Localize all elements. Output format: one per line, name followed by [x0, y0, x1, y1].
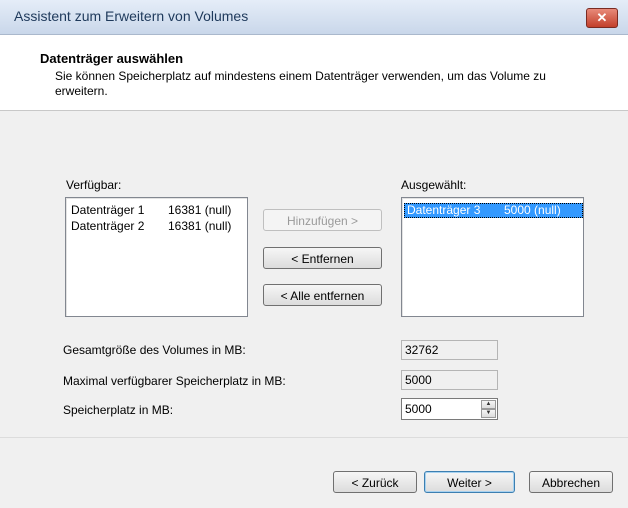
disk-name: Datenträger 3	[407, 203, 481, 217]
disk-name: Datenträger 1	[71, 203, 145, 217]
total-size-label: Gesamtgröße des Volumes in MB:	[63, 343, 246, 357]
title-bar: Assistent zum Erweitern von Volumes ✕	[0, 0, 628, 35]
disk-size: 5000 (null)	[504, 203, 561, 217]
max-space-label: Maximal verfügbarer Speicherplatz in MB:	[63, 374, 286, 388]
wizard-content: Verfügbar: Datenträger 1 16381 (null) Da…	[0, 111, 628, 437]
selected-item[interactable]: Datenträger 3 5000 (null)	[404, 203, 583, 218]
selected-listbox[interactable]: Datenträger 3 5000 (null)	[401, 197, 584, 317]
total-size-field: 32762	[401, 340, 498, 360]
space-spinbox[interactable]: 5000 ▲ ▼	[401, 398, 498, 420]
remove-button[interactable]: < Entfernen	[263, 247, 382, 269]
selected-label: Ausgewählt:	[401, 178, 467, 192]
remove-all-button[interactable]: < Alle entfernen	[263, 284, 382, 306]
back-button[interactable]: < Zurück	[333, 471, 417, 493]
available-item[interactable]: Datenträger 2 16381 (null)	[68, 219, 247, 234]
available-label: Verfügbar:	[66, 178, 122, 192]
wizard-header: Datenträger auswählen Sie können Speiche…	[0, 35, 628, 111]
space-value: 5000	[405, 402, 432, 416]
page-subtitle: Sie können Speicherplatz auf mindestens …	[55, 69, 546, 98]
cancel-button[interactable]: Abbrechen	[529, 471, 613, 493]
close-button[interactable]: ✕	[586, 8, 618, 28]
spin-down-icon[interactable]: ▼	[481, 409, 496, 418]
wizard-footer: < Zurück Weiter > Abbrechen	[0, 437, 628, 508]
disk-name: Datenträger 2	[71, 219, 145, 233]
disk-size: 16381 (null)	[168, 219, 232, 233]
disk-size: 16381 (null)	[168, 203, 232, 217]
space-label: Speicherplatz in MB:	[63, 403, 174, 417]
available-listbox[interactable]: Datenträger 1 16381 (null) Datenträger 2…	[65, 197, 248, 317]
add-button[interactable]: Hinzufügen >	[263, 209, 382, 231]
spin-buttons: ▲ ▼	[481, 400, 496, 418]
page-title: Datenträger auswählen	[40, 51, 184, 66]
available-item[interactable]: Datenträger 1 16381 (null)	[68, 203, 247, 218]
max-space-field: 5000	[401, 370, 498, 390]
close-icon: ✕	[596, 10, 608, 25]
window-title: Assistent zum Erweitern von Volumes	[14, 8, 249, 24]
next-button[interactable]: Weiter >	[424, 471, 515, 493]
spin-up-icon[interactable]: ▲	[481, 400, 496, 409]
